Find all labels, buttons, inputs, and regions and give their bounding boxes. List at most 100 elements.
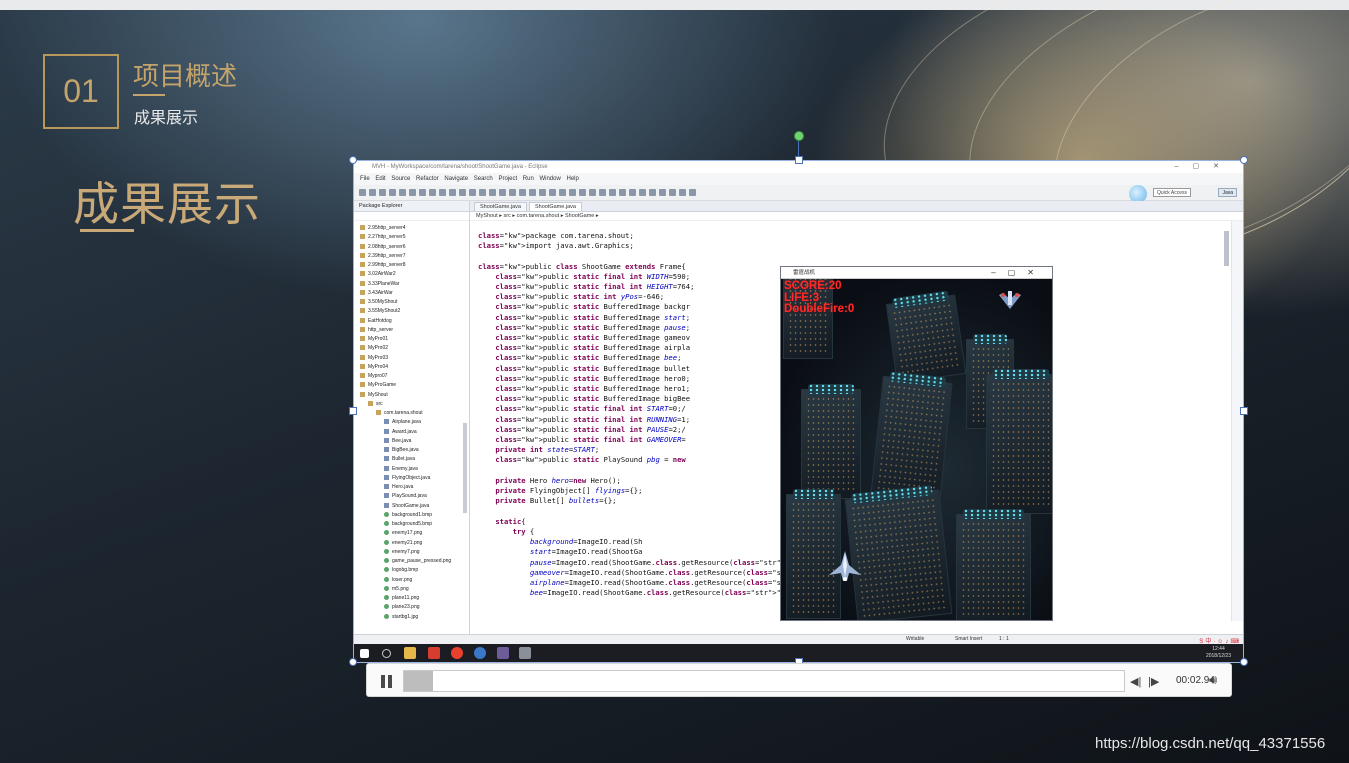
toolbar-icon[interactable] <box>509 189 516 196</box>
tab-shootgame-1[interactable]: ShootGame.java <box>474 202 527 211</box>
tree-item[interactable]: Bee.java <box>354 437 469 446</box>
tree-item[interactable]: game_pause_pressed.png <box>354 557 469 566</box>
seek-bar[interactable] <box>403 670 1125 692</box>
toolbar-icon[interactable] <box>499 189 506 196</box>
toolbar-icon[interactable] <box>539 189 546 196</box>
menu-item-project[interactable]: Project <box>498 176 522 182</box>
toolbar-icon[interactable] <box>369 189 376 196</box>
tree-item[interactable]: Award.java <box>354 428 469 437</box>
toolbar-icon[interactable] <box>529 189 536 196</box>
tree-item[interactable]: src <box>354 400 469 409</box>
tree-item[interactable]: FlyingObject.java <box>354 474 469 483</box>
toolbar-icon[interactable] <box>559 189 566 196</box>
tree-item[interactable]: MyPro02 <box>354 344 469 353</box>
menu-item-search[interactable]: Search <box>474 176 499 182</box>
toolbar-icon[interactable] <box>379 189 386 196</box>
folder-icon[interactable] <box>404 647 416 659</box>
toolbar-icon[interactable] <box>569 189 576 196</box>
tree-item[interactable]: Bullet.java <box>354 455 469 464</box>
menu-item-navigate[interactable]: Navigate <box>444 176 473 182</box>
eclipse-app-icon[interactable] <box>497 647 509 659</box>
toolbar-icon[interactable] <box>459 189 466 196</box>
tree-item[interactable]: startbg1.jpg <box>354 613 469 622</box>
menu-item-edit[interactable]: Edit <box>375 176 391 182</box>
tree-item[interactable]: 3.33PlaneWar <box>354 280 469 289</box>
tree-item[interactable]: ShootGame.java <box>354 502 469 511</box>
pause-button[interactable] <box>381 675 393 688</box>
toolbar-icon[interactable] <box>679 189 686 196</box>
resize-handle-br[interactable] <box>1240 658 1248 666</box>
toolbar-icon[interactable] <box>409 189 416 196</box>
tree-item[interactable]: MyPro01 <box>354 335 469 344</box>
quick-access-field[interactable]: Quick Access <box>1152 188 1191 197</box>
tree-item[interactable]: background1.bmp <box>354 511 469 520</box>
toolbar-icon[interactable] <box>399 189 406 196</box>
tree-item[interactable]: Airplane.java <box>354 418 469 427</box>
tree-item[interactable]: m5.png <box>354 585 469 594</box>
tree-item[interactable]: BigBee.java <box>354 446 469 455</box>
tree-item[interactable]: loser.png <box>354 576 469 585</box>
step-back-icon[interactable]: ◀| <box>1130 675 1141 688</box>
video-frame[interactable]: MVH - MyWorkspace/com/tarena/shoot/Shoot… <box>353 160 1244 663</box>
toolbar-icon[interactable] <box>439 189 446 196</box>
rotate-handle[interactable] <box>794 131 804 141</box>
tree-item[interactable]: 2.99http_server8 <box>354 261 469 270</box>
menu-item-source[interactable]: Source <box>391 176 416 182</box>
menu-item-window[interactable]: Window <box>539 176 566 182</box>
toolbar-icon[interactable] <box>579 189 586 196</box>
search-icon[interactable] <box>382 649 391 658</box>
tree-item[interactable]: Hero.java <box>354 483 469 492</box>
tab-shootgame-2[interactable]: ShootGame.java <box>528 202 582 211</box>
window-controls[interactable]: –▢✕ <box>1175 161 1233 173</box>
tree-item[interactable]: http_server <box>354 326 469 335</box>
toolbar-icon[interactable] <box>449 189 456 196</box>
tree-item[interactable]: 2.08http_server6 <box>354 243 469 252</box>
toolbar-icon[interactable] <box>659 189 666 196</box>
tree-item[interactable]: MyPro04 <box>354 363 469 372</box>
toolbar-icon[interactable] <box>519 189 526 196</box>
toolbar-icon[interactable] <box>619 189 626 196</box>
tree-item[interactable]: Enemy.java <box>354 465 469 474</box>
toolbar-icon[interactable] <box>629 189 636 196</box>
tree-item[interactable]: MyShout <box>354 391 469 400</box>
step-forward-icon[interactable]: |▶ <box>1148 675 1159 688</box>
pdf-app-icon[interactable] <box>428 647 440 659</box>
editor-scrollbar[interactable] <box>1224 231 1229 266</box>
java-app-icon[interactable] <box>519 647 531 659</box>
tree-item[interactable]: MyProGame <box>354 381 469 390</box>
toolbar-icon[interactable] <box>469 189 476 196</box>
toolbar-icon[interactable] <box>359 189 366 196</box>
tree-item[interactable]: enemy7.png <box>354 548 469 557</box>
toolbar-icon[interactable] <box>479 189 486 196</box>
toolbar-icon[interactable] <box>669 189 676 196</box>
tree-item[interactable]: Mypro07 <box>354 372 469 381</box>
resize-handle-right[interactable] <box>1240 407 1248 415</box>
tree-item[interactable]: plane23.png <box>354 603 469 612</box>
tree-item[interactable]: 3.02AirWar2 <box>354 270 469 279</box>
tree-item[interactable]: background5.bmp <box>354 520 469 529</box>
tree-item[interactable]: enemy17.png <box>354 529 469 538</box>
java-perspective-button[interactable]: Java <box>1218 188 1237 197</box>
toolbar-icon[interactable] <box>589 189 596 196</box>
tree-item[interactable]: 2.39http_server7 <box>354 252 469 261</box>
tree-item[interactable]: EatHotdog <box>354 317 469 326</box>
tree-item[interactable]: com.tarena.shout <box>354 409 469 418</box>
tree-item[interactable]: 3.50MyShout <box>354 298 469 307</box>
menu-item-run[interactable]: Run <box>523 176 540 182</box>
tree-item[interactable]: MyPro03 <box>354 354 469 363</box>
toolbar-icon[interactable] <box>649 189 656 196</box>
toolbar-icon[interactable] <box>609 189 616 196</box>
tree-item[interactable]: plane11.png <box>354 594 469 603</box>
tree-item[interactable]: enemy21.png <box>354 539 469 548</box>
menu-item-help[interactable]: Help <box>566 176 578 182</box>
help-app-icon[interactable] <box>474 647 486 659</box>
browser-icon[interactable] <box>451 647 463 659</box>
game-window-controls[interactable]: –▢✕ <box>991 267 1046 279</box>
resize-handle-bl[interactable] <box>349 658 357 666</box>
toolbar-icon[interactable] <box>489 189 496 196</box>
tree-item[interactable]: 2.95http_server4 <box>354 224 469 233</box>
tree-item[interactable]: 2.27http_server5 <box>354 233 469 242</box>
toolbar-icon[interactable] <box>549 189 556 196</box>
package-scrollbar[interactable] <box>463 423 467 513</box>
tree-item[interactable]: logobg.bmp <box>354 566 469 575</box>
